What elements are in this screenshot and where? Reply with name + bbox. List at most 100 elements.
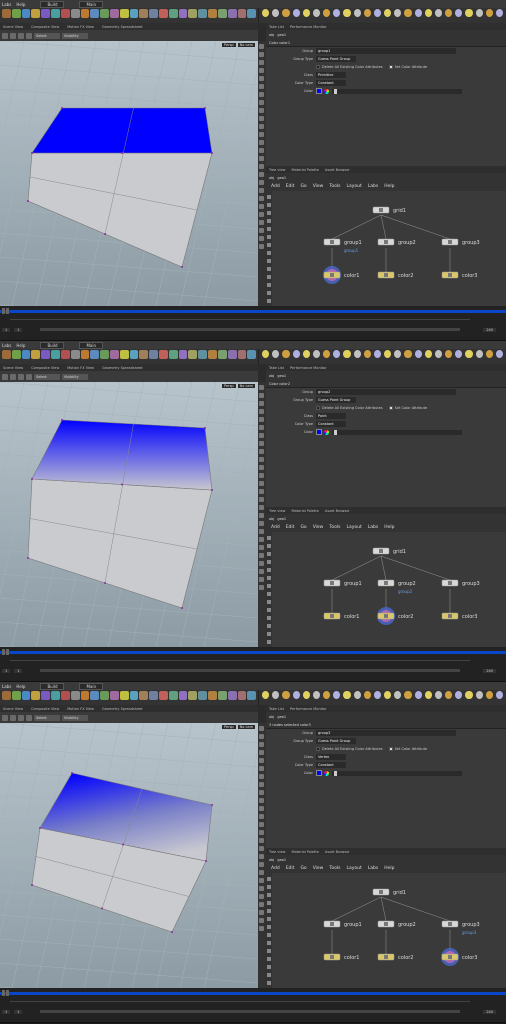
side-tool-icon[interactable] <box>259 529 264 534</box>
path-geo1[interactable]: geo1 <box>277 517 286 521</box>
tab-take-list[interactable]: Take List <box>269 366 284 370</box>
shelf-tool-icon[interactable] <box>2 9 11 18</box>
side-tool-icon[interactable] <box>259 409 264 414</box>
select-tool-icon[interactable] <box>2 714 8 721</box>
shelf-tool-icon[interactable] <box>159 691 168 700</box>
grid-point[interactable] <box>27 200 29 202</box>
shelf-tool-icon[interactable] <box>159 350 168 359</box>
shelf-tool-icon[interactable] <box>11 350 21 359</box>
side-tool-icon[interactable] <box>267 576 271 580</box>
light-tool-icon[interactable] <box>312 691 321 699</box>
side-tool-icon[interactable] <box>267 941 271 945</box>
side-tool-icon[interactable] <box>259 926 264 931</box>
side-tool-icon[interactable] <box>259 401 264 406</box>
shelf-tool-icon[interactable] <box>208 9 217 18</box>
path-obj[interactable]: obj <box>269 33 274 37</box>
desktop-select[interactable]: Build <box>40 0 65 8</box>
side-tool-icon[interactable] <box>267 275 271 279</box>
grid-point[interactable] <box>104 582 106 584</box>
side-tool-icon[interactable] <box>259 553 264 558</box>
menu-labs[interactable]: Labs <box>2 2 11 7</box>
light-tool-icon[interactable] <box>353 9 361 17</box>
node-color2[interactable]: color2 <box>377 953 414 961</box>
side-tool-icon[interactable] <box>259 393 264 398</box>
shelf-tool-icon[interactable] <box>178 691 188 700</box>
menu-labs[interactable]: Labs <box>2 343 11 348</box>
side-tool-icon[interactable] <box>267 632 271 636</box>
side-tool-icon[interactable] <box>259 236 264 241</box>
path-geo1[interactable]: geo1 <box>277 858 286 862</box>
tab-performance-monitor[interactable]: Performance Monitor <box>290 366 327 370</box>
side-tool-icon[interactable] <box>267 608 271 612</box>
light-tool-icon[interactable] <box>495 9 504 17</box>
class-dropdown[interactable]: Point <box>316 413 346 419</box>
tab-motion-fx[interactable]: Motion FX View <box>67 366 94 370</box>
side-tool-icon[interactable] <box>259 742 264 747</box>
tab-performance-monitor[interactable]: Performance Monitor <box>290 707 327 711</box>
light-tool-icon[interactable] <box>292 350 300 358</box>
side-tool-icon[interactable] <box>259 814 264 819</box>
side-tool-icon[interactable] <box>259 417 264 422</box>
side-tool-icon[interactable] <box>259 782 264 787</box>
side-tool-icon[interactable] <box>259 465 264 470</box>
set-color-checkbox[interactable] <box>388 747 393 751</box>
current-frame-field[interactable]: 1 <box>14 1009 23 1014</box>
side-tool-icon[interactable] <box>267 235 271 239</box>
side-tool-icon[interactable] <box>267 981 271 985</box>
side-tool-icon[interactable] <box>267 536 271 540</box>
side-tool-icon[interactable] <box>259 918 264 923</box>
light-tool-icon[interactable] <box>424 350 432 358</box>
transform-tool-icon[interactable] <box>10 373 16 380</box>
path-obj[interactable]: obj <box>269 517 274 521</box>
side-tool-icon[interactable] <box>267 973 271 977</box>
frame-start-field[interactable]: 1 <box>2 1009 11 1014</box>
side-tool-icon[interactable] <box>259 545 264 550</box>
side-tool-icon[interactable] <box>259 497 264 502</box>
light-tool-icon[interactable] <box>485 350 493 358</box>
shelf-tool-icon[interactable] <box>2 350 11 359</box>
light-tool-icon[interactable] <box>373 9 382 17</box>
menu-view[interactable]: View <box>313 525 324 530</box>
shelf-tool-icon[interactable] <box>217 350 227 359</box>
shelf-tool-icon[interactable] <box>217 9 227 18</box>
menu-help[interactable]: Help <box>16 343 25 348</box>
side-tool-icon[interactable] <box>259 726 264 731</box>
menu-help[interactable]: Help <box>384 525 394 530</box>
side-tool-icon[interactable] <box>267 195 271 199</box>
side-tool-icon[interactable] <box>259 204 264 209</box>
shelf-tool-icon[interactable] <box>208 691 217 700</box>
shelf-tool-icon[interactable] <box>149 350 158 359</box>
shelf-tool-icon[interactable] <box>100 691 109 700</box>
timeline-range-bar[interactable] <box>0 992 506 995</box>
menu-add[interactable]: Add <box>271 184 280 189</box>
light-tool-icon[interactable] <box>445 350 453 358</box>
transform-tool-icon[interactable] <box>10 714 16 721</box>
shelf-tool-icon[interactable] <box>109 9 119 18</box>
node-color3[interactable]: color3 <box>441 948 478 966</box>
tab-performance-monitor[interactable]: Performance Monitor <box>290 25 327 29</box>
persp-button[interactable]: Persp <box>222 43 236 47</box>
shelf-tool-icon[interactable] <box>247 9 257 18</box>
path-geo1[interactable]: geo1 <box>277 33 286 37</box>
network-editor[interactable]: grid1 group1 group2 group3 group2 color1 color… <box>266 532 506 647</box>
light-tool-icon[interactable] <box>353 691 361 699</box>
light-tool-icon[interactable] <box>292 9 300 17</box>
side-tool-icon[interactable] <box>259 878 264 883</box>
light-tool-icon[interactable] <box>384 9 392 17</box>
menu-tools[interactable]: Tools <box>329 525 340 530</box>
light-tool-icon[interactable] <box>445 691 453 699</box>
side-tool-icon[interactable] <box>267 299 271 303</box>
playback-controls[interactable] <box>2 308 10 316</box>
rotate-tool-icon[interactable] <box>18 373 24 380</box>
grid-point[interactable] <box>211 804 213 806</box>
shelf-tool-icon[interactable] <box>159 9 168 18</box>
desktop-select[interactable]: Build <box>40 682 65 690</box>
side-tool-icon[interactable] <box>267 219 271 223</box>
current-frame-field[interactable]: 1 <box>14 327 23 332</box>
side-tool-icon[interactable] <box>259 806 264 811</box>
shelf-tool-icon[interactable] <box>70 9 80 18</box>
shelf-tool-icon[interactable] <box>198 350 208 359</box>
menu-tools[interactable]: Tools <box>329 866 340 871</box>
tab-motion-fx[interactable]: Motion FX View <box>67 25 94 29</box>
frame-end-field[interactable]: 240 <box>483 327 496 332</box>
